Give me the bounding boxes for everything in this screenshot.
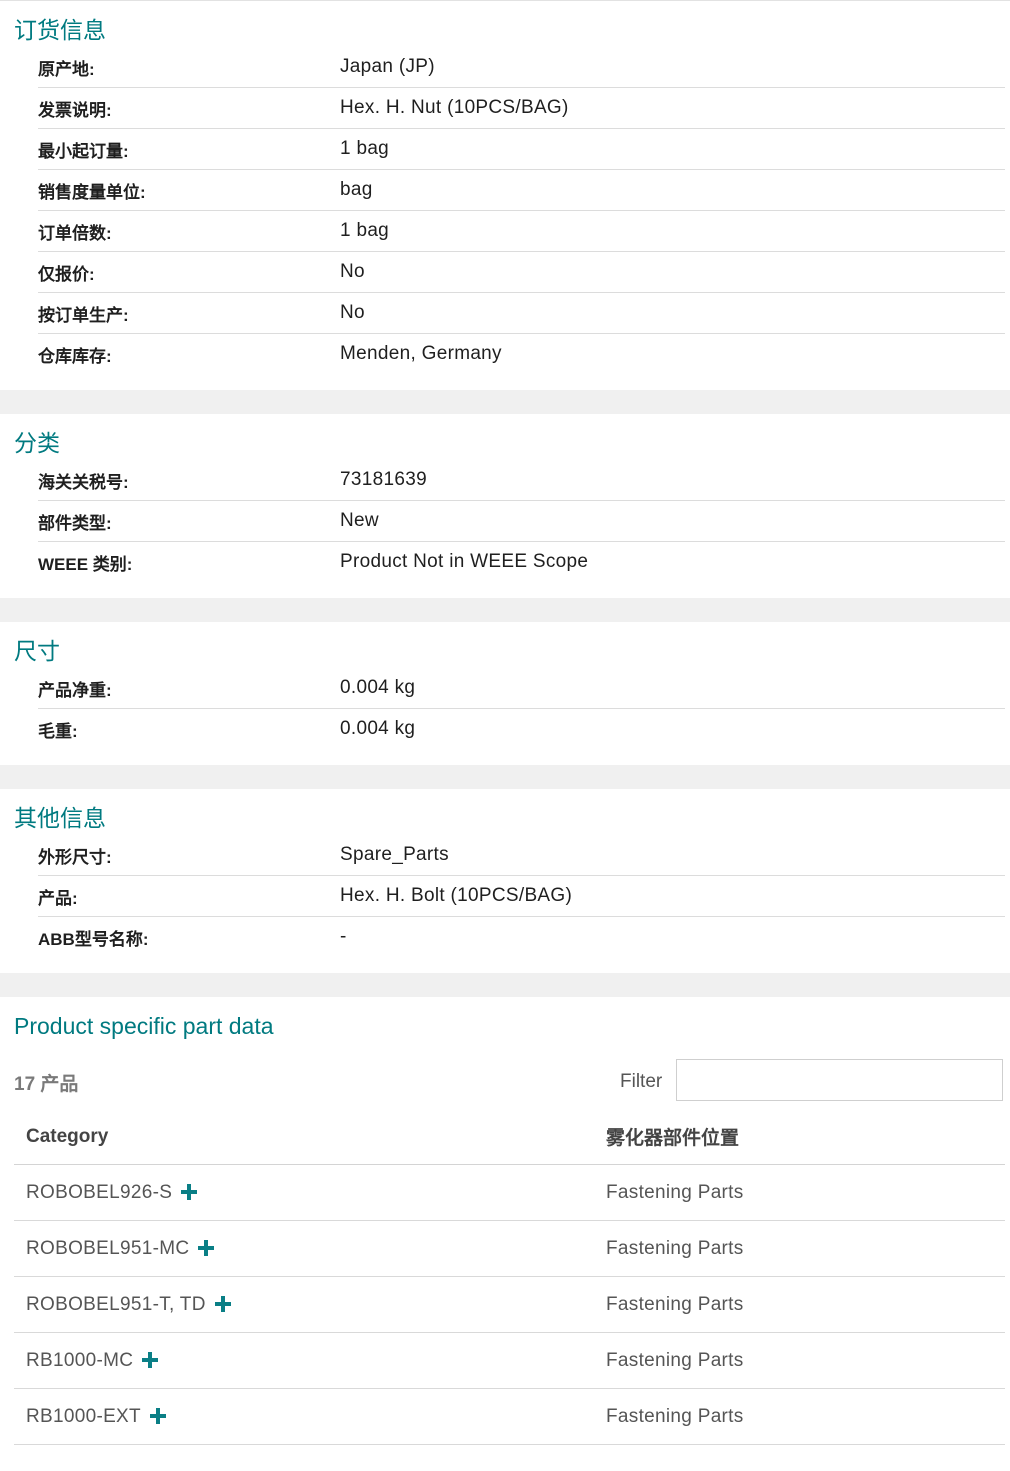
category-cell: RB1000-MC: [14, 1350, 606, 1372]
spec-value: -: [340, 926, 347, 947]
spec-row: 发票说明: Hex. H. Nut (10PCS/BAG): [38, 88, 1005, 129]
spec-value: Japan (JP): [340, 56, 435, 77]
spec-label: 按订单生产:: [38, 305, 129, 325]
spec-row: WEEE 类别: Product Not in WEEE Scope: [38, 542, 1005, 582]
spec-label: 海关关税号:: [38, 472, 129, 492]
classification-title: 分类: [14, 430, 60, 456]
classification-table: 海关关税号: 73181639 部件类型: New WEEE 类别: Produ…: [38, 460, 1005, 582]
table-row: RB1000-EXT Fastening Parts: [14, 1389, 1005, 1445]
section-gap: [0, 598, 1010, 622]
spec-value: Menden, Germany: [340, 343, 502, 364]
expand-plus-icon[interactable]: [149, 1407, 167, 1425]
section-gap: [0, 973, 1010, 997]
spec-label: 毛重:: [38, 721, 78, 741]
spec-value: 0.004 kg: [340, 677, 416, 698]
ordering-section: 订货信息 原产地: Japan (JP) 发票说明: Hex. H. Nut (…: [0, 1, 1010, 390]
category-cell: ROBOBEL951-T, TD: [14, 1294, 606, 1316]
spec-value: No: [340, 261, 365, 282]
category-text: ROBOBEL926-S: [26, 1181, 173, 1203]
spec-value: 1 bag: [340, 220, 390, 241]
spec-value: 1 bag: [340, 138, 390, 159]
column-header-position[interactable]: 雾化器部件位置: [606, 1123, 1005, 1150]
other-table: 外形尺寸: Spare_Parts 产品: Hex. H. Bolt (10PC…: [38, 835, 1005, 957]
table-row: ROBOBEL951-T, TD Fastening Parts: [14, 1277, 1005, 1333]
section-gap: [0, 390, 1010, 414]
dimensions-title: 尺寸: [14, 638, 60, 664]
spec-value: Product Not in WEEE Scope: [340, 551, 589, 572]
parts-table-header: Category 雾化器部件位置: [14, 1109, 1005, 1165]
ordering-title: 订货信息: [14, 17, 106, 43]
parts-title: Product specific part data: [14, 1013, 274, 1039]
spec-value: 73181639: [340, 469, 427, 490]
spec-value: Hex. H. Nut (10PCS/BAG): [340, 97, 569, 118]
other-section: 其他信息 外形尺寸: Spare_Parts 产品: Hex. H. Bolt …: [0, 789, 1010, 973]
section-gap: [0, 765, 1010, 789]
spec-row: ABB型号名称: -: [38, 917, 1005, 957]
dimensions-table: 产品净重: 0.004 kg 毛重: 0.004 kg: [38, 668, 1005, 749]
position-cell: Fastening Parts: [606, 1237, 744, 1259]
category-text: RB1000-MC: [26, 1349, 134, 1371]
spec-label: 销售度量单位:: [38, 182, 146, 202]
spec-row: 产品净重: 0.004 kg: [38, 668, 1005, 709]
spec-value: New: [340, 510, 379, 531]
spec-value: bag: [340, 179, 373, 200]
spec-row: 仅报价: No: [38, 252, 1005, 293]
spec-label: 仓库库存:: [38, 346, 112, 366]
product-count: 17 产品: [14, 1074, 79, 1095]
spec-label: 部件类型:: [38, 513, 112, 533]
spec-label: 产品净重:: [38, 680, 112, 700]
spec-label: WEEE 类别:: [38, 554, 133, 574]
spec-value: Spare_Parts: [340, 844, 449, 865]
expand-plus-icon[interactable]: [141, 1351, 159, 1369]
spec-row: 按订单生产: No: [38, 293, 1005, 334]
spec-label: 外形尺寸:: [38, 847, 112, 867]
spec-label: 发票说明:: [38, 100, 112, 120]
classification-section: 分类 海关关税号: 73181639 部件类型: New WEEE 类别: Pr…: [0, 414, 1010, 598]
spec-label: ABB型号名称:: [38, 929, 149, 949]
spec-label: 最小起订量:: [38, 141, 129, 161]
spec-label: 原产地:: [38, 59, 95, 79]
spec-label: 订单倍数:: [38, 223, 112, 243]
spec-value: 0.004 kg: [340, 718, 416, 739]
category-cell: ROBOBEL926-S: [14, 1182, 606, 1204]
spec-row: 部件类型: New: [38, 501, 1005, 542]
position-cell: Fastening Parts: [606, 1405, 744, 1427]
category-text: ROBOBEL951-MC: [26, 1237, 190, 1259]
filter-input[interactable]: [676, 1059, 1003, 1101]
spec-row: 原产地: Japan (JP): [38, 47, 1005, 88]
table-row: RB1000-MC Fastening Parts: [14, 1333, 1005, 1389]
column-header-category[interactable]: Category: [14, 1126, 606, 1148]
ordering-table: 原产地: Japan (JP) 发票说明: Hex. H. Nut (10PCS…: [38, 47, 1005, 374]
spec-label: 仅报价:: [38, 264, 95, 284]
filter-label: Filter: [620, 1071, 663, 1092]
position-cell: Fastening Parts: [606, 1349, 744, 1371]
category-cell: RB1000-EXT: [14, 1406, 606, 1428]
spec-row: 销售度量单位: bag: [38, 170, 1005, 211]
expand-plus-icon[interactable]: [180, 1183, 198, 1201]
spec-row: 外形尺寸: Spare_Parts: [38, 835, 1005, 876]
spec-value: No: [340, 302, 365, 323]
expand-plus-icon[interactable]: [214, 1295, 232, 1313]
other-title: 其他信息: [14, 805, 106, 831]
table-row: ROBOBEL926-S Fastening Parts: [14, 1165, 1005, 1221]
parts-section: Product specific part data 17 产品 Filter …: [0, 997, 1010, 1471]
category-text: RB1000-EXT: [26, 1405, 141, 1427]
position-cell: Fastening Parts: [606, 1181, 744, 1203]
expand-plus-icon[interactable]: [197, 1239, 215, 1257]
category-text: ROBOBEL951-T, TD: [26, 1293, 206, 1315]
dimensions-section: 尺寸 产品净重: 0.004 kg 毛重: 0.004 kg: [0, 622, 1010, 765]
parts-table: Category 雾化器部件位置 ROBOBEL926-S Fastening …: [14, 1109, 1005, 1445]
category-cell: ROBOBEL951-MC: [14, 1238, 606, 1260]
table-row: ROBOBEL951-MC Fastening Parts: [14, 1221, 1005, 1277]
spec-row: 仓库库存: Menden, Germany: [38, 334, 1005, 374]
count-filter-row: 17 产品 Filter: [0, 1059, 1010, 1109]
spec-row: 毛重: 0.004 kg: [38, 709, 1005, 749]
spec-value: Hex. H. Bolt (10PCS/BAG): [340, 885, 573, 906]
spec-row: 海关关税号: 73181639: [38, 460, 1005, 501]
spec-row: 最小起订量: 1 bag: [38, 129, 1005, 170]
spec-row: 订单倍数: 1 bag: [38, 211, 1005, 252]
spec-label: 产品:: [38, 888, 78, 908]
spec-row: 产品: Hex. H. Bolt (10PCS/BAG): [38, 876, 1005, 917]
position-cell: Fastening Parts: [606, 1293, 744, 1315]
